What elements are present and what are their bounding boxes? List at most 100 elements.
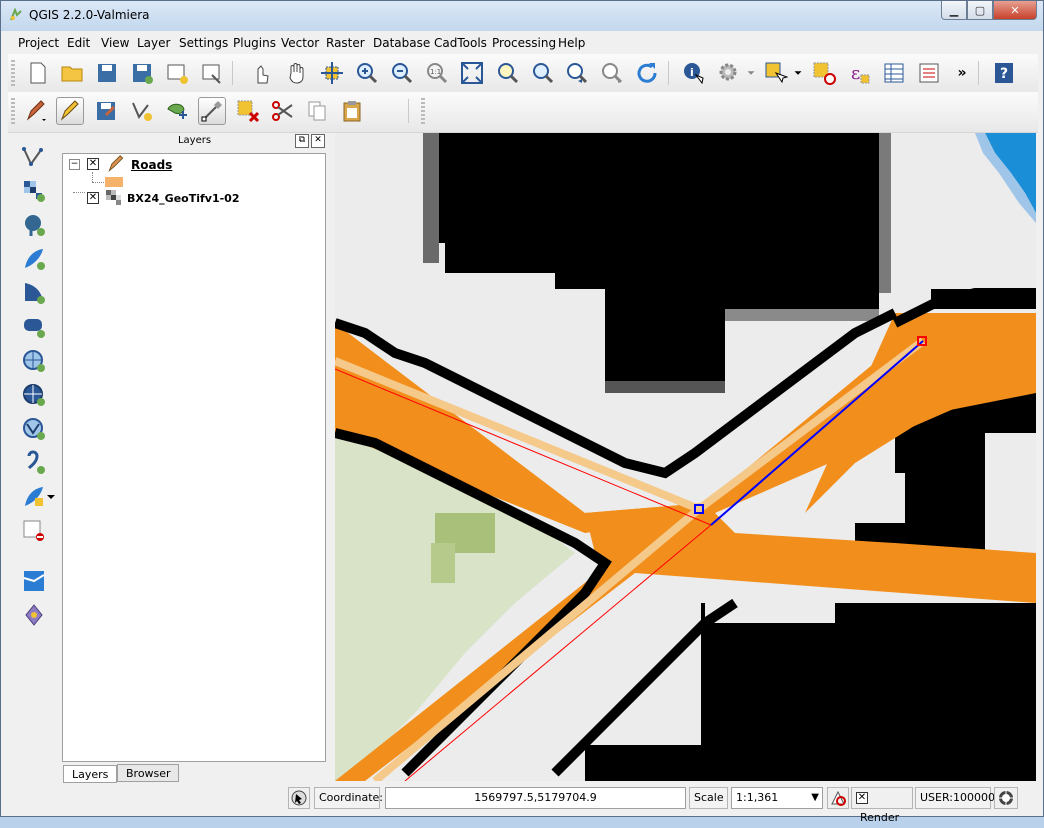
menu-settings[interactable]: Settings bbox=[179, 36, 228, 50]
cut-features-button[interactable] bbox=[268, 97, 296, 125]
close-button[interactable]: ✕ bbox=[993, 1, 1037, 20]
add-raster-layer-button[interactable] bbox=[20, 177, 48, 205]
menu-edit[interactable]: Edit bbox=[67, 36, 90, 50]
select-by-expression-button[interactable]: ε bbox=[845, 59, 873, 87]
toolbar-grip[interactable] bbox=[11, 60, 15, 86]
tab-layers[interactable]: Layers bbox=[63, 765, 117, 783]
delete-selected-button[interactable] bbox=[234, 97, 262, 125]
minimize-button[interactable]: ▁ bbox=[941, 1, 967, 20]
render-checkbox[interactable]: ✕ bbox=[856, 792, 868, 804]
new-project-button[interactable] bbox=[24, 59, 52, 87]
add-oracle-layer-button[interactable] bbox=[20, 313, 48, 341]
zoom-to-selection-button[interactable] bbox=[493, 59, 521, 87]
add-wfs-layer-button[interactable] bbox=[20, 415, 48, 443]
save-as-button[interactable] bbox=[128, 59, 156, 87]
identify-features-button[interactable]: i bbox=[680, 59, 708, 87]
title-bar: QGIS 2.2.0-Valmiera ▁ ▢ ✕ bbox=[1, 1, 1043, 31]
toggle-extents-button[interactable] bbox=[288, 787, 310, 809]
stop-rendering-button[interactable] bbox=[827, 787, 849, 809]
add-postgis-layer-button[interactable] bbox=[20, 211, 48, 239]
add-wms-layer-button[interactable] bbox=[20, 347, 48, 375]
raster-icon bbox=[106, 190, 121, 205]
select-features-button[interactable] bbox=[762, 59, 790, 87]
zoom-next-button[interactable] bbox=[598, 59, 626, 87]
field-calculator-button[interactable] bbox=[915, 59, 943, 87]
add-mssql-layer-button[interactable] bbox=[20, 279, 48, 307]
zoom-last-button[interactable] bbox=[563, 59, 591, 87]
zoom-native-button[interactable]: 1:1 bbox=[423, 59, 451, 87]
zoom-in-button[interactable] bbox=[353, 59, 381, 87]
menu-project[interactable]: Project bbox=[18, 36, 59, 50]
layer-roads-checkbox[interactable]: ✕ bbox=[87, 158, 99, 170]
menu-view[interactable]: View bbox=[101, 36, 129, 50]
add-wcs-layer-button[interactable] bbox=[20, 381, 48, 409]
zoom-full-button[interactable] bbox=[458, 59, 486, 87]
layer-roads-name[interactable]: Roads bbox=[131, 158, 172, 172]
georeferencer-icon bbox=[23, 571, 45, 591]
menu-plugins[interactable]: Plugins bbox=[233, 36, 276, 50]
map-rendering[interactable] bbox=[335, 133, 1036, 781]
plugin-tool-button[interactable] bbox=[20, 601, 48, 629]
close-panel-button[interactable]: ✕ bbox=[311, 134, 325, 148]
wms-globe-icon bbox=[23, 350, 45, 372]
new-spatialite-layer-button[interactable] bbox=[20, 483, 48, 511]
toolbar-grip[interactable] bbox=[11, 98, 15, 124]
map-canvas[interactable] bbox=[335, 133, 1036, 781]
messages-button[interactable] bbox=[994, 787, 1018, 809]
move-feature-button[interactable] bbox=[163, 97, 191, 125]
run-feature-action-button[interactable] bbox=[715, 59, 743, 87]
open-project-button[interactable] bbox=[58, 59, 86, 87]
add-vector-layer-button[interactable] bbox=[20, 143, 48, 171]
menu-processing[interactable]: Processing bbox=[492, 36, 556, 50]
refresh-button[interactable] bbox=[633, 59, 661, 87]
pan-map-button[interactable] bbox=[283, 59, 311, 87]
new-print-composer-button[interactable] bbox=[163, 59, 191, 87]
select-dropdown-arrow[interactable] bbox=[791, 59, 805, 87]
remove-layer-button[interactable] bbox=[20, 517, 48, 545]
scale-value: 1:1,361 bbox=[736, 791, 779, 804]
add-spatialite-layer-button[interactable] bbox=[20, 245, 48, 273]
menu-help[interactable]: Help bbox=[558, 36, 585, 50]
menu-raster[interactable]: Raster bbox=[326, 36, 365, 50]
toolbar-grip[interactable] bbox=[421, 98, 425, 124]
pan-to-selection-button[interactable] bbox=[318, 59, 346, 87]
add-delimited-text-layer-button[interactable] bbox=[20, 449, 48, 477]
copy-features-button[interactable] bbox=[303, 97, 331, 125]
current-edits-button[interactable] bbox=[22, 97, 50, 125]
toolbar-overflow-button[interactable]: » bbox=[952, 59, 972, 87]
layer-raster-name[interactable]: BX24_GeoTifv1-02 bbox=[127, 192, 239, 205]
float-panel-button[interactable]: ⧉ bbox=[295, 134, 309, 148]
touch-zoom-button[interactable] bbox=[248, 59, 276, 87]
tab-browser[interactable]: Browser bbox=[117, 764, 179, 782]
select-features-icon bbox=[765, 62, 788, 84]
composer-manager-button[interactable] bbox=[198, 59, 226, 87]
zoom-out-button[interactable] bbox=[388, 59, 416, 87]
deselect-all-button[interactable] bbox=[810, 59, 838, 87]
save-layer-edits-button[interactable] bbox=[92, 97, 120, 125]
oracle-layer-icon bbox=[24, 319, 45, 338]
layer-raster-checkbox[interactable]: ✕ bbox=[87, 192, 99, 204]
menu-database[interactable]: Database bbox=[373, 36, 430, 50]
scale-combobox[interactable]: 1:1,361 ▼ bbox=[731, 787, 823, 809]
coordinate-field[interactable]: 1569797.5,5179704.9 bbox=[385, 787, 686, 809]
collapse-toggle[interactable]: − bbox=[69, 159, 80, 170]
action-dropdown-arrow[interactable] bbox=[744, 59, 758, 87]
remove-layer-icon bbox=[23, 520, 44, 541]
georeferencer-button[interactable] bbox=[20, 567, 48, 595]
zoom-to-layer-button[interactable] bbox=[528, 59, 556, 87]
toggle-editing-button[interactable] bbox=[56, 97, 84, 125]
menu-layer[interactable]: Layer bbox=[137, 36, 170, 50]
add-feature-button[interactable] bbox=[128, 97, 156, 125]
crs-status-button[interactable]: USER:100000 bbox=[915, 787, 995, 809]
paste-features-button[interactable] bbox=[338, 97, 366, 125]
open-attribute-table-button[interactable] bbox=[880, 59, 908, 87]
help-button[interactable]: ? bbox=[990, 59, 1018, 87]
chevron-down-icon bbox=[794, 71, 802, 75]
render-toggle[interactable]: ✕ Render bbox=[851, 787, 913, 824]
node-tool-button[interactable] bbox=[198, 97, 226, 125]
new-layer-dropdown-arrow[interactable] bbox=[46, 483, 56, 511]
save-project-button[interactable] bbox=[93, 59, 121, 87]
menu-vector[interactable]: Vector bbox=[281, 36, 319, 50]
menu-cadtools[interactable]: CadTools bbox=[434, 36, 487, 50]
maximize-button[interactable]: ▢ bbox=[967, 1, 993, 20]
